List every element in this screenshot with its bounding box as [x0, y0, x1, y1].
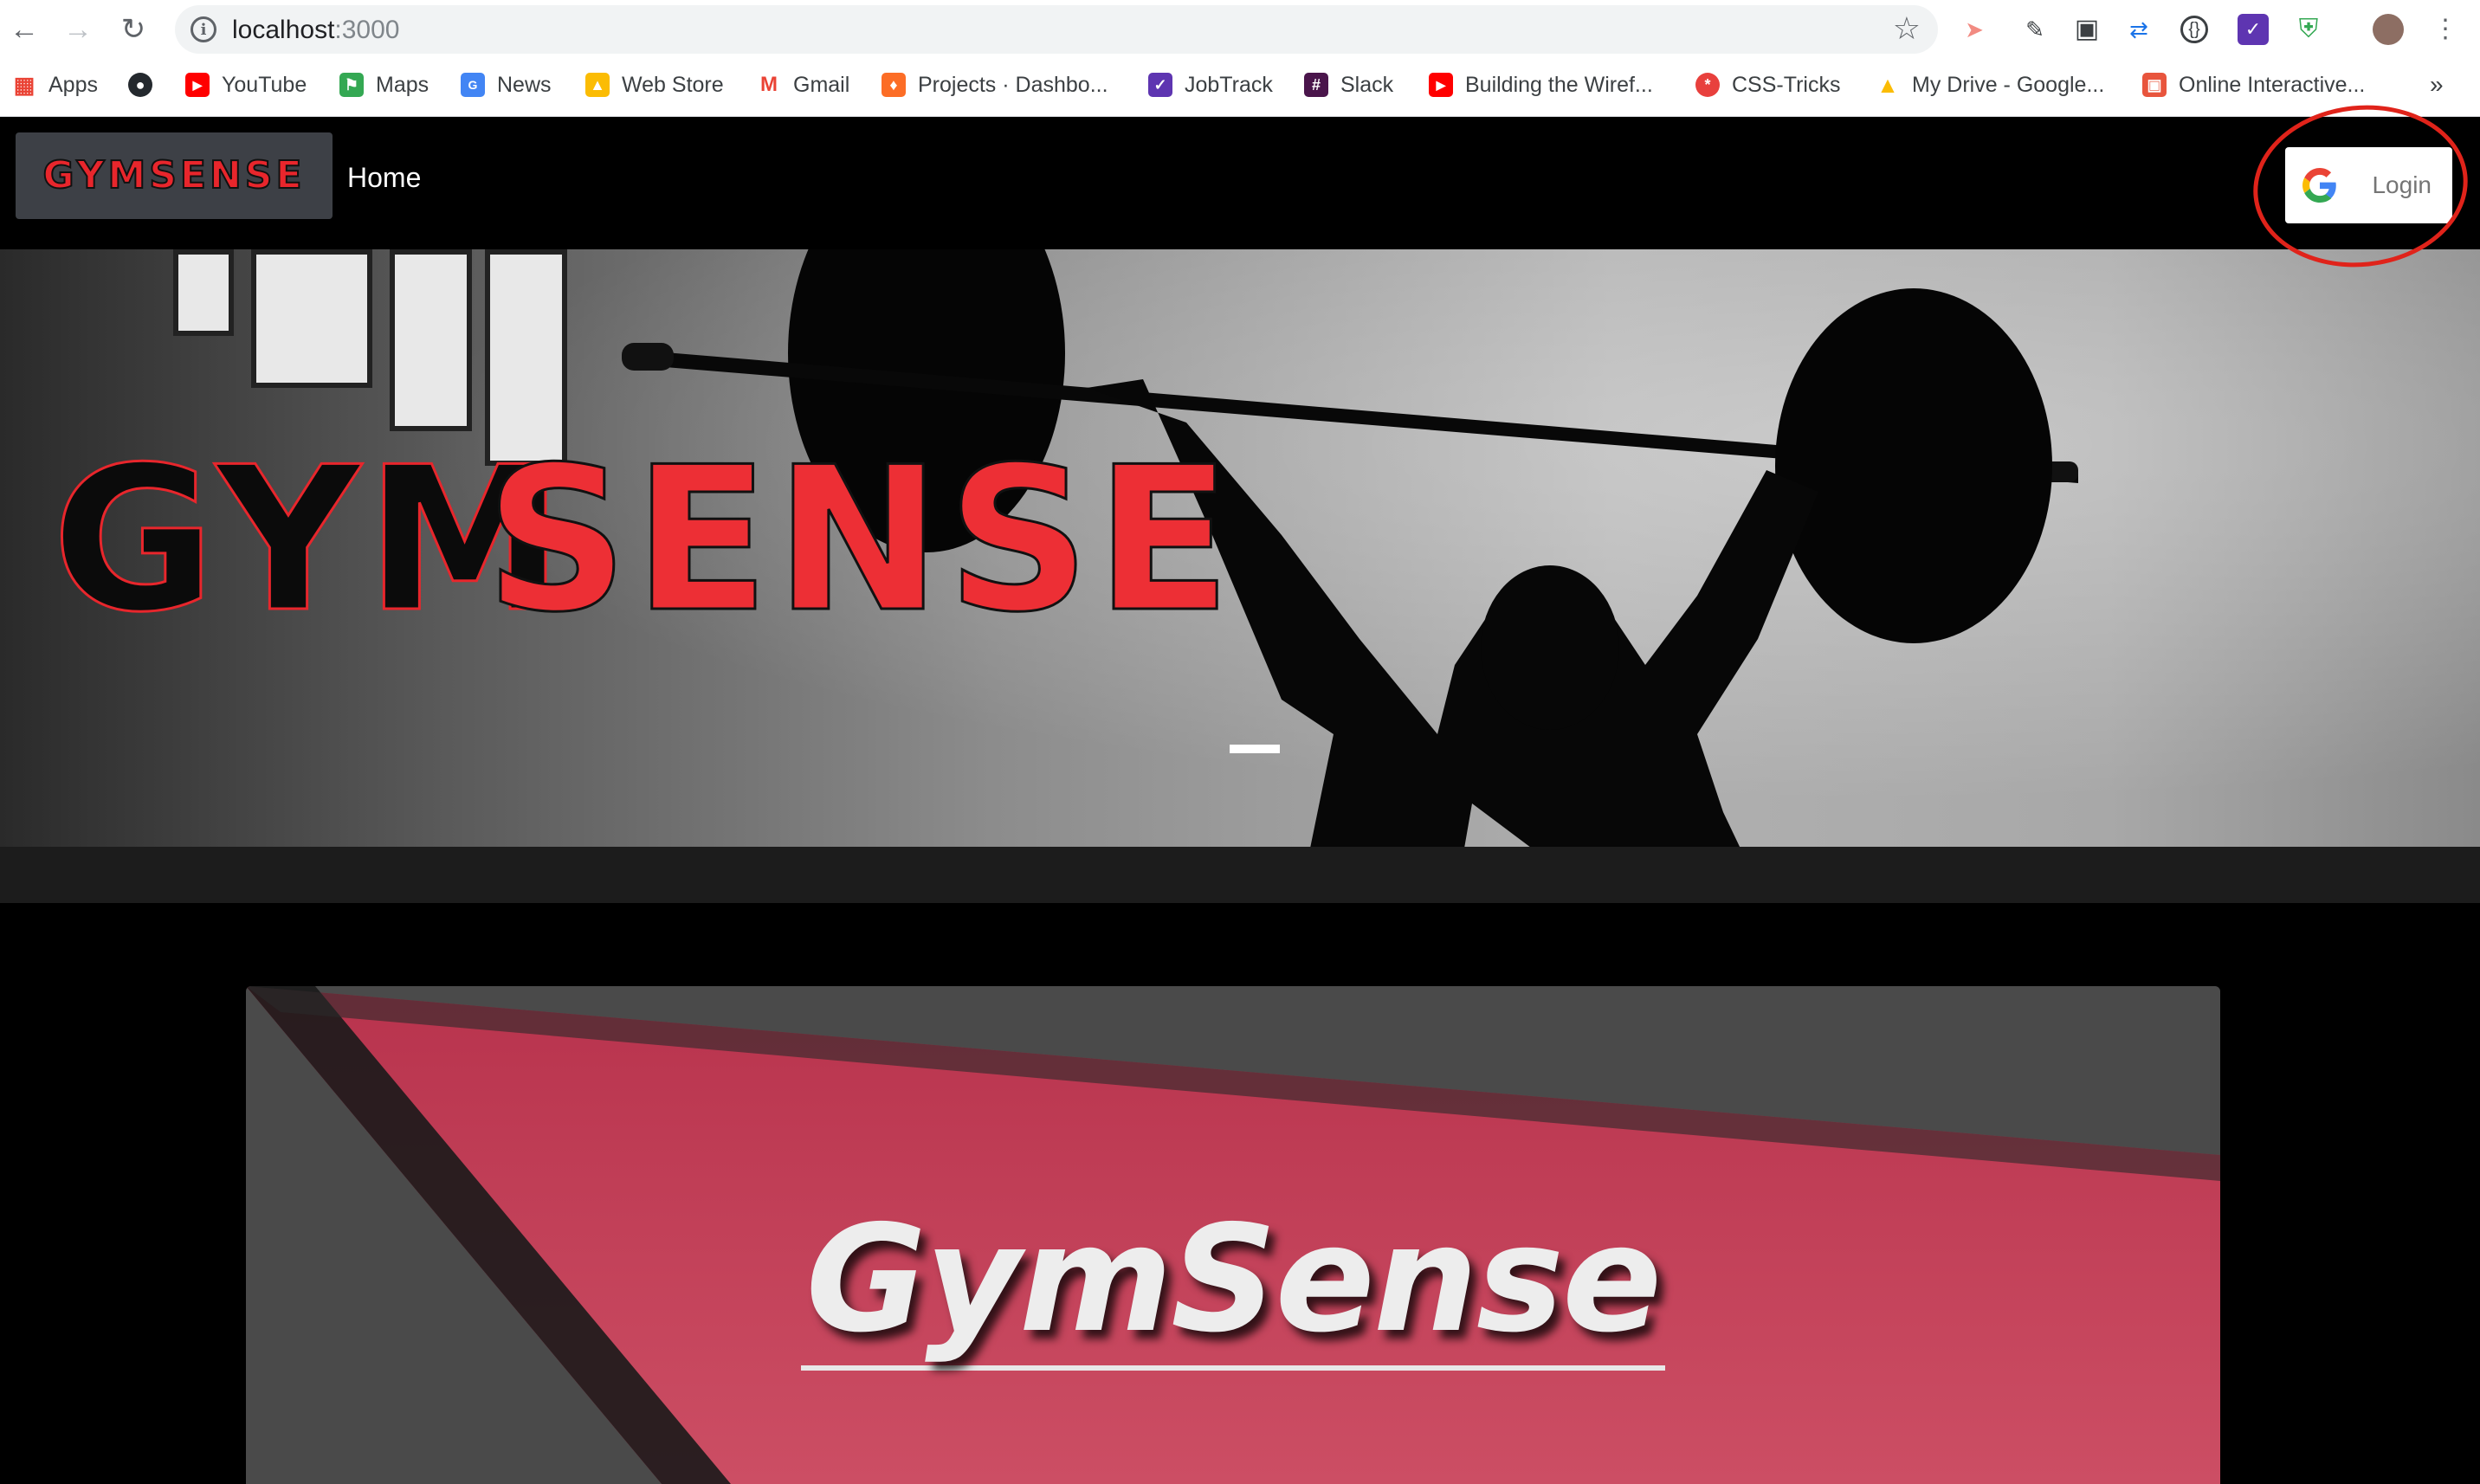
youtube-icon: ▶ — [1429, 73, 1453, 97]
back-arrow-icon[interactable]: ← — [5, 10, 43, 48]
bookmark-github[interactable]: ● — [128, 69, 152, 100]
bookmark-label: YouTube — [222, 72, 307, 97]
site-navbar: GYMSENSE Home Login — [0, 117, 2480, 249]
carousel-indicator[interactable] — [1230, 745, 1280, 753]
profile-avatar-icon[interactable] — [2373, 14, 2404, 45]
shield-icon[interactable]: ⛨ — [2293, 14, 2324, 45]
card-title-text: GymSense — [800, 1194, 1666, 1371]
slack-icon: # — [1304, 73, 1328, 97]
bookmark-label: My Drive - Google... — [1912, 72, 2105, 97]
bookmarks-overflow-button[interactable]: » — [2430, 69, 2444, 100]
page-content: GYMSENSE Home Login GYM SENSE GymSense — [0, 117, 2480, 1484]
nav-home-link[interactable]: Home — [347, 162, 421, 194]
bookmark-maps[interactable]: ⚑ Maps — [339, 69, 429, 100]
reload-icon[interactable]: ↻ — [114, 10, 152, 48]
bookmark-projects[interactable]: ♦ Projects · Dashbo... — [882, 69, 1108, 100]
gmail-icon: M — [760, 73, 778, 96]
web-store-icon: ▲ — [585, 73, 610, 97]
google-drive-icon: ▲ — [1876, 71, 1899, 98]
forward-arrow-icon[interactable]: → — [59, 10, 97, 48]
sync-arrows-icon[interactable]: ⇄ — [2123, 14, 2154, 45]
url-text[interactable]: localhost:3000 — [232, 16, 399, 45]
codepen-icon: ▣ — [2142, 73, 2167, 97]
json-viewer-icon[interactable]: {} — [2180, 16, 2208, 43]
bookmark-building-wireframe[interactable]: ▶ Building the Wiref... — [1429, 69, 1653, 100]
news-icon: G — [461, 73, 485, 97]
github-icon: ● — [128, 73, 152, 97]
color-picker-icon[interactable]: ✎ — [2019, 14, 2051, 45]
bookmark-label: CSS-Tricks — [1732, 72, 1841, 97]
google-login-button[interactable]: Login — [2285, 147, 2452, 223]
url-port: :3000 — [334, 16, 400, 44]
card-title: GymSense — [246, 1194, 2220, 1371]
bookmark-label: Online Interactive... — [2179, 72, 2366, 97]
browser-chrome: ← → ↻ i localhost:3000 ☆ ➤ ✎ ▣ ⇄ {} ✓ ⛨ … — [0, 0, 2480, 117]
bookmark-star-icon[interactable]: ☆ — [1893, 10, 1921, 47]
login-label: Login — [2372, 171, 2432, 198]
bookmark-label: JobTrack — [1185, 72, 1273, 97]
browser-toolbar: ← → ↻ i localhost:3000 ☆ ➤ ✎ ▣ ⇄ {} ✓ ⛨ … — [0, 0, 2480, 59]
url-host: localhost — [232, 16, 335, 44]
bookmark-slack[interactable]: # Slack — [1304, 69, 1393, 100]
bookmark-label: News — [497, 72, 552, 97]
youtube-icon: ▶ — [185, 73, 210, 97]
bookmark-online-interactive[interactable]: ▣ Online Interactive... — [2142, 69, 2365, 100]
menu-kebab-icon[interactable]: ⋮ — [2430, 14, 2461, 45]
hero-logo-red-text: SENSE — [485, 448, 1237, 656]
bookmark-label: Building the Wiref... — [1465, 72, 1653, 97]
bookmark-web-store[interactable]: ▲ Web Store — [585, 69, 724, 100]
bookmark-label: Gmail — [793, 72, 850, 97]
bookmark-label: Slack — [1340, 72, 1394, 97]
bookmark-youtube[interactable]: ▶ YouTube — [185, 69, 307, 100]
bookmark-label: Apps — [48, 72, 98, 97]
gymsense-logo-small: GYMSENSE — [42, 152, 305, 198]
apps-grid-icon: ▦ — [13, 71, 36, 98]
feature-card: GymSense — [246, 986, 2220, 1484]
bookmark-news[interactable]: G News — [461, 69, 552, 100]
extension-arrow-icon[interactable]: ➤ — [1959, 14, 1990, 45]
bookmarks-bar: ▦ Apps ● ▶ YouTube ⚑ Maps G News ▲ Web S… — [0, 62, 2480, 107]
google-g-icon — [2302, 168, 2336, 203]
css-tricks-icon: * — [1695, 73, 1720, 97]
screenshot-icon[interactable]: ▣ — [2071, 14, 2102, 45]
bookmark-jobtrack[interactable]: ✓ JobTrack — [1148, 69, 1273, 100]
bookmark-label: Maps — [376, 72, 429, 97]
bookmark-my-drive[interactable]: ▲ My Drive - Google... — [1876, 69, 2104, 100]
bookmark-gmail[interactable]: M Gmail — [757, 69, 849, 100]
maps-icon: ⚑ — [339, 73, 364, 97]
site-info-icon[interactable]: i — [191, 16, 216, 42]
gitlab-icon: ♦ — [882, 73, 906, 97]
checkmark-extension-icon[interactable]: ✓ — [2238, 14, 2269, 45]
bookmark-label: Projects · Dashbo... — [918, 72, 1108, 97]
brand-logo[interactable]: GYMSENSE — [16, 132, 333, 219]
hero-banner: GYM SENSE — [0, 249, 2480, 903]
bookmark-label: Web Store — [622, 72, 724, 97]
bookmark-apps[interactable]: ▦ Apps — [12, 69, 98, 100]
address-bar[interactable]: i localhost:3000 ☆ — [175, 5, 1938, 54]
jobtrack-icon: ✓ — [1148, 73, 1172, 97]
brand-logo-text: GYMSENSE — [42, 153, 305, 197]
gymsense-hero-logo: GYM SENSE — [52, 448, 1237, 658]
bookmark-css-tricks[interactable]: * CSS-Tricks — [1695, 69, 1840, 100]
